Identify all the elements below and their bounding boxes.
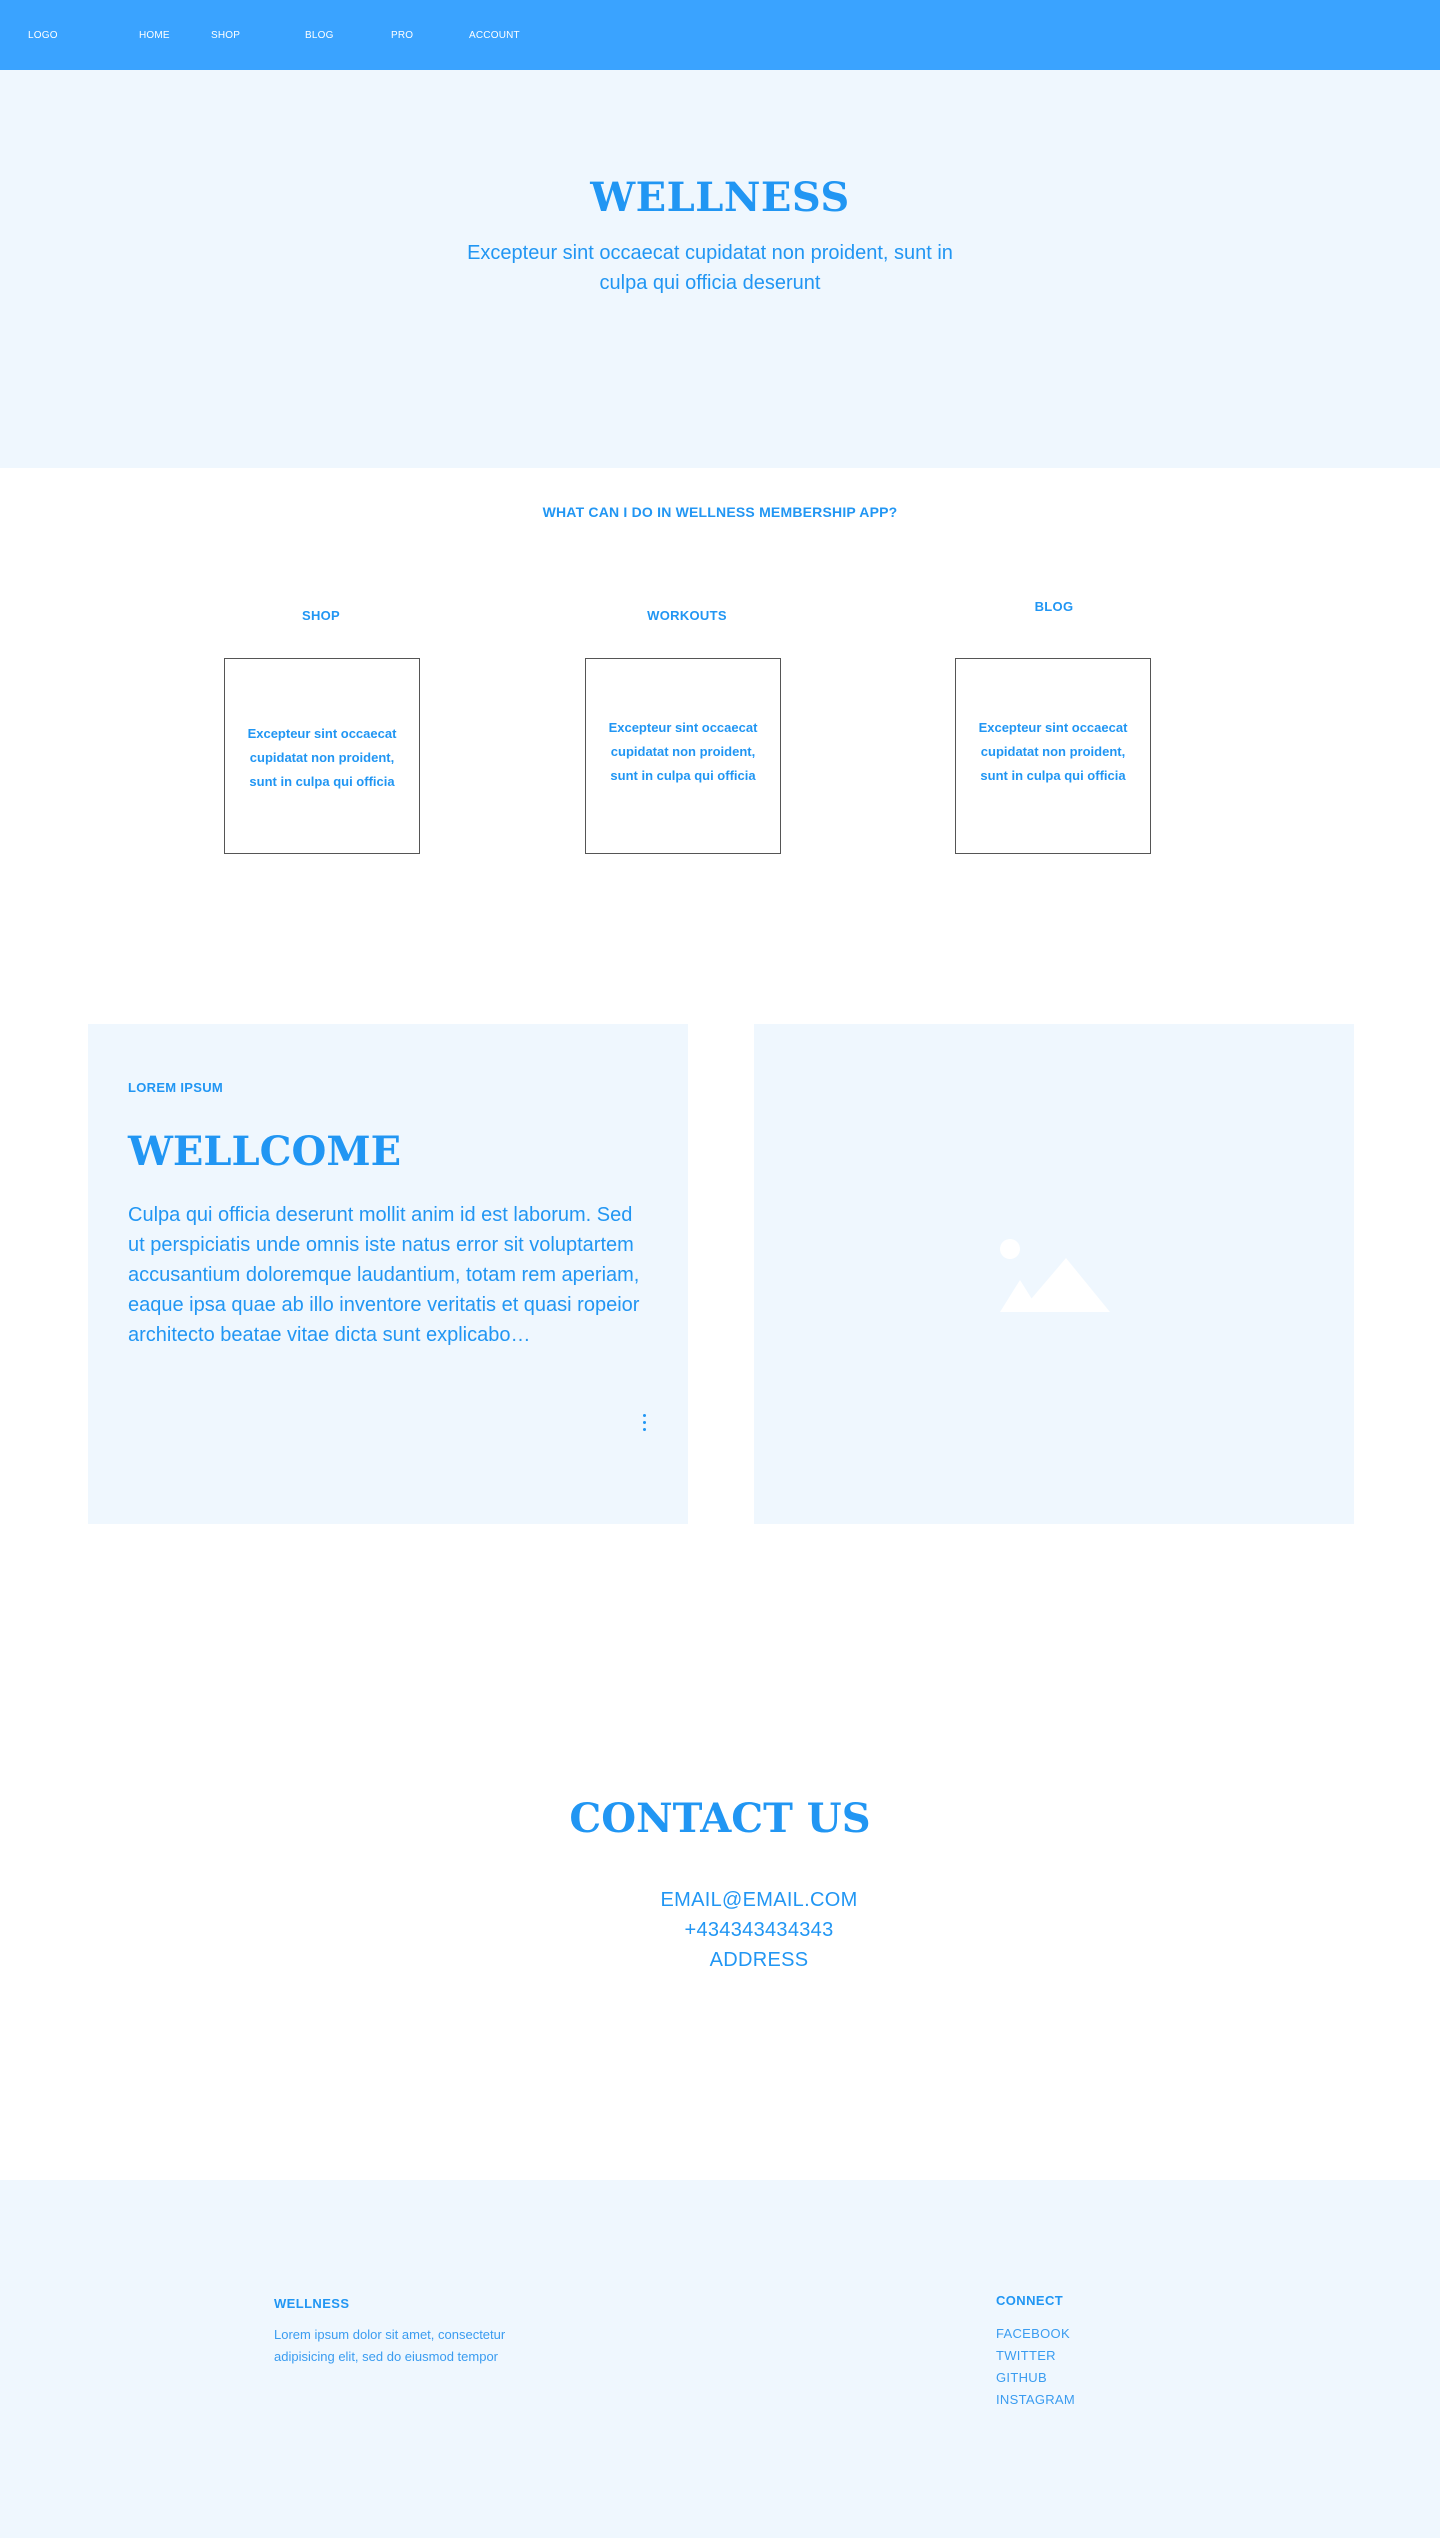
nav-item-pro[interactable]: PRO	[391, 30, 413, 41]
feature-card-text: Excepteur sint occaecat cupidatat non pr…	[978, 720, 1128, 783]
footer-link-facebook[interactable]: FACEBOOK	[996, 2323, 1075, 2345]
footer: WELLNESS Lorem ipsum dolor sit amet, con…	[0, 2180, 1440, 2538]
hero-subtitle: Excepteur sint occaecat cupidatat non pr…	[467, 242, 953, 294]
footer-social-links: FACEBOOK TWITTER GITHUB INSTAGRAM	[996, 2323, 1075, 2411]
logo[interactable]: LOGO	[28, 30, 58, 41]
footer-connect-title: CONNECT	[996, 2293, 1064, 2308]
feature-label-blog: BLOG	[1034, 599, 1074, 614]
hero-title: WELLNESS	[590, 174, 850, 221]
nav-item-blog[interactable]: BLOG	[305, 30, 334, 41]
welcome-card: LOREM IPSUM WELLCOME Culpa qui officia d…	[88, 1024, 688, 1524]
contact-address: ADDRESS	[709, 1949, 809, 1971]
feature-label-shop: SHOP	[301, 608, 341, 623]
welcome-kicker: LOREM IPSUM	[128, 1080, 224, 1095]
footer-link-instagram[interactable]: INSTAGRAM	[996, 2389, 1075, 2411]
image-placeholder-icon	[1000, 1239, 1110, 1312]
more-vertical-icon[interactable]	[640, 1412, 650, 1434]
contact-phone[interactable]: +434343434343	[0, 1919, 1440, 1942]
nav-item-shop[interactable]: SHOP	[211, 30, 240, 41]
feature-label-workouts: WORKOUTS	[647, 608, 727, 623]
footer-link-twitter[interactable]: TWITTER	[996, 2345, 1075, 2367]
feature-card-text: Excepteur sint occaecat cupidatat non pr…	[247, 726, 397, 789]
image-placeholder	[754, 1024, 1354, 1524]
contact-title: CONTACT US	[569, 1795, 871, 1842]
footer-description: Lorem ipsum dolor sit amet, consectetur …	[274, 2327, 506, 2364]
nav-item-account[interactable]: ACCOUNT	[469, 30, 520, 41]
feature-card-blog[interactable]: Excepteur sint occaecat cupidatat non pr…	[955, 658, 1151, 854]
nav-item-home[interactable]: HOME	[139, 30, 170, 41]
features-heading: WHAT CAN I DO IN WELLNESS MEMBERSHIP APP…	[542, 504, 898, 520]
feature-card-workouts[interactable]: Excepteur sint occaecat cupidatat non pr…	[585, 658, 781, 854]
welcome-title: WELLCOME	[128, 1128, 402, 1175]
hero-section: WELLNESS Excepteur sint occaecat cupidat…	[0, 70, 1440, 468]
feature-card-text: Excepteur sint occaecat cupidatat non pr…	[608, 720, 758, 783]
feature-card-shop[interactable]: Excepteur sint occaecat cupidatat non pr…	[224, 658, 420, 854]
contact-email[interactable]: EMAIL@EMAIL.COM	[0, 1889, 1440, 1912]
welcome-text: Culpa qui officia deserunt mollit anim i…	[128, 1204, 640, 1346]
footer-link-github[interactable]: GITHUB	[996, 2367, 1075, 2389]
footer-brand: WELLNESS	[274, 2296, 350, 2311]
top-nav: LOGO HOME SHOP BLOG PRO ACCOUNT	[0, 0, 1440, 70]
